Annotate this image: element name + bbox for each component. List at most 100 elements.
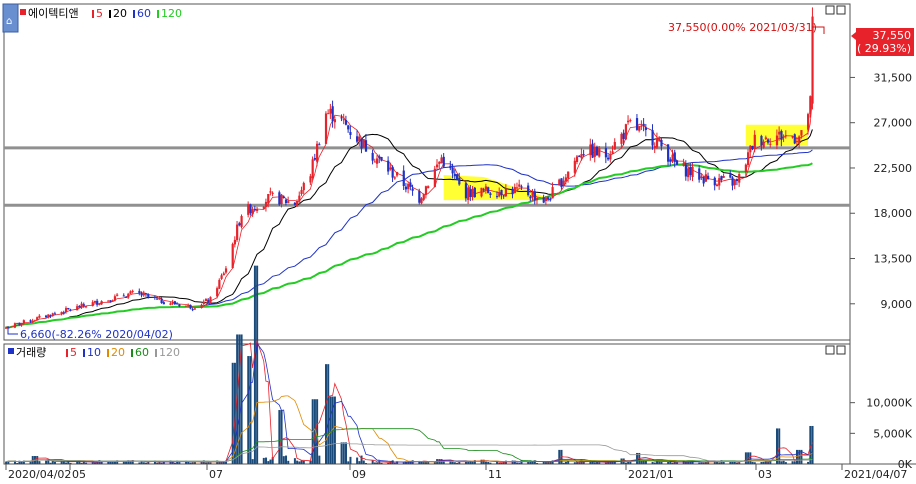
volume-bar	[145, 462, 148, 464]
volume-bar	[456, 462, 459, 464]
volume-bar	[698, 462, 701, 464]
date-tick-label: 11	[488, 468, 502, 481]
candle	[418, 188, 421, 205]
volume-bar	[733, 461, 736, 464]
volume-bar	[489, 462, 492, 464]
candle	[624, 123, 628, 141]
volume-bar	[207, 462, 210, 464]
date-tick-label: 05	[72, 468, 86, 481]
ma-legend-label: 60	[135, 346, 149, 359]
volume-bar	[629, 461, 632, 464]
volume-bar	[793, 461, 796, 464]
volume-bar	[380, 462, 383, 464]
candle	[595, 145, 599, 156]
candle	[455, 174, 459, 181]
volume-bar	[484, 461, 487, 464]
volume-bar	[278, 410, 281, 464]
volume-bar	[282, 456, 285, 464]
volume-bar	[653, 462, 656, 464]
volume-bar	[280, 410, 283, 464]
minimize-icon[interactable]	[825, 345, 835, 355]
volume-bar	[564, 461, 567, 464]
stock-chart: ⌂ 에이텍티앤 5 20 60 120 거래량 5 10 20 60 120 9,000 13,…	[2, 3, 916, 481]
volume-bar	[531, 461, 534, 464]
date-x-axis: 2020/04/02 05 07 09 11 2021/01 03 2021/04/07	[5, 464, 907, 481]
volume-bar	[778, 428, 781, 464]
volume-bar	[767, 462, 770, 464]
volume-bar	[38, 461, 41, 464]
volume-bar	[784, 462, 787, 464]
volume-bar	[20, 461, 23, 464]
volume-bar	[340, 442, 343, 464]
volume-bar	[209, 462, 212, 464]
volume-bar	[536, 463, 539, 464]
volume-bar	[736, 462, 739, 464]
volume-bar	[593, 462, 596, 464]
volume-bar	[247, 356, 250, 464]
volume-bar	[345, 442, 348, 464]
price-y-axis: 9,000 13,500 18,000 22,500 27,000 31,500	[850, 71, 913, 311]
candle	[324, 111, 328, 145]
candle	[93, 300, 97, 303]
volume-bar	[702, 462, 705, 464]
volume-bar	[471, 461, 474, 464]
volume-bar	[267, 461, 270, 464]
home-button[interactable]: ⌂	[2, 3, 19, 33]
volume-bar	[624, 462, 627, 464]
low-annotation: 6,660(-82.26% 2020/04/02)	[20, 328, 173, 341]
volume-bar	[562, 462, 565, 464]
volume-bar	[558, 449, 561, 464]
volume-bar	[347, 461, 350, 464]
volume-bar	[376, 462, 379, 464]
volume-bar	[658, 461, 661, 464]
ma-legend-label: 20	[113, 7, 127, 20]
volume-bar	[49, 462, 52, 464]
volume-bar	[433, 462, 436, 464]
candle	[231, 242, 234, 269]
volume-bar	[296, 460, 299, 464]
maximize-icon[interactable]	[836, 345, 846, 355]
legend-marker	[20, 9, 26, 15]
volume-bar	[791, 461, 794, 464]
volume-bar	[349, 456, 352, 464]
volume-bar	[527, 462, 530, 464]
legend-volume-name: 거래량	[16, 346, 46, 359]
volume-bar	[265, 457, 268, 464]
volume-bar	[356, 457, 359, 464]
ma-legend-label: 20	[111, 346, 125, 359]
volume-bar	[598, 462, 601, 464]
minimize-icon[interactable]	[825, 5, 835, 15]
candle	[240, 214, 243, 229]
ma-legend-label: 5	[96, 7, 103, 20]
volume-bar	[360, 455, 363, 464]
volume-bar	[378, 460, 381, 464]
volume-bar	[318, 455, 321, 464]
volume-bar	[409, 462, 412, 464]
ma-legend-label: 60	[137, 7, 151, 20]
ma-legend-swatch	[83, 349, 85, 357]
volume-bar	[544, 462, 547, 464]
candle	[16, 322, 19, 324]
volume-bar	[69, 462, 72, 464]
volume-bar	[85, 462, 88, 464]
volume-bar	[325, 364, 328, 464]
price-tick-label: 9,000	[881, 298, 913, 311]
price-tick-label: 18,000	[874, 207, 913, 220]
candle	[184, 305, 188, 307]
date-tick-label: 03	[758, 468, 772, 481]
volume-bar	[138, 462, 141, 464]
price-tick-label: 31,500	[874, 71, 913, 84]
volume-bar	[604, 462, 607, 464]
maximize-icon[interactable]	[836, 5, 846, 15]
ma-legend-swatch	[66, 349, 68, 357]
volume-bar	[518, 462, 521, 464]
volume-bar	[16, 462, 19, 464]
volume-bar	[287, 460, 290, 464]
volume-bar	[567, 461, 570, 464]
volume-bar	[371, 460, 374, 464]
volume-bar	[45, 460, 48, 464]
volume-bar	[516, 462, 519, 464]
ma-legend-label: 120	[161, 7, 182, 20]
date-tick-label: 2020/04/02	[8, 468, 71, 481]
volume-tick-label: 10,000K	[866, 397, 912, 410]
